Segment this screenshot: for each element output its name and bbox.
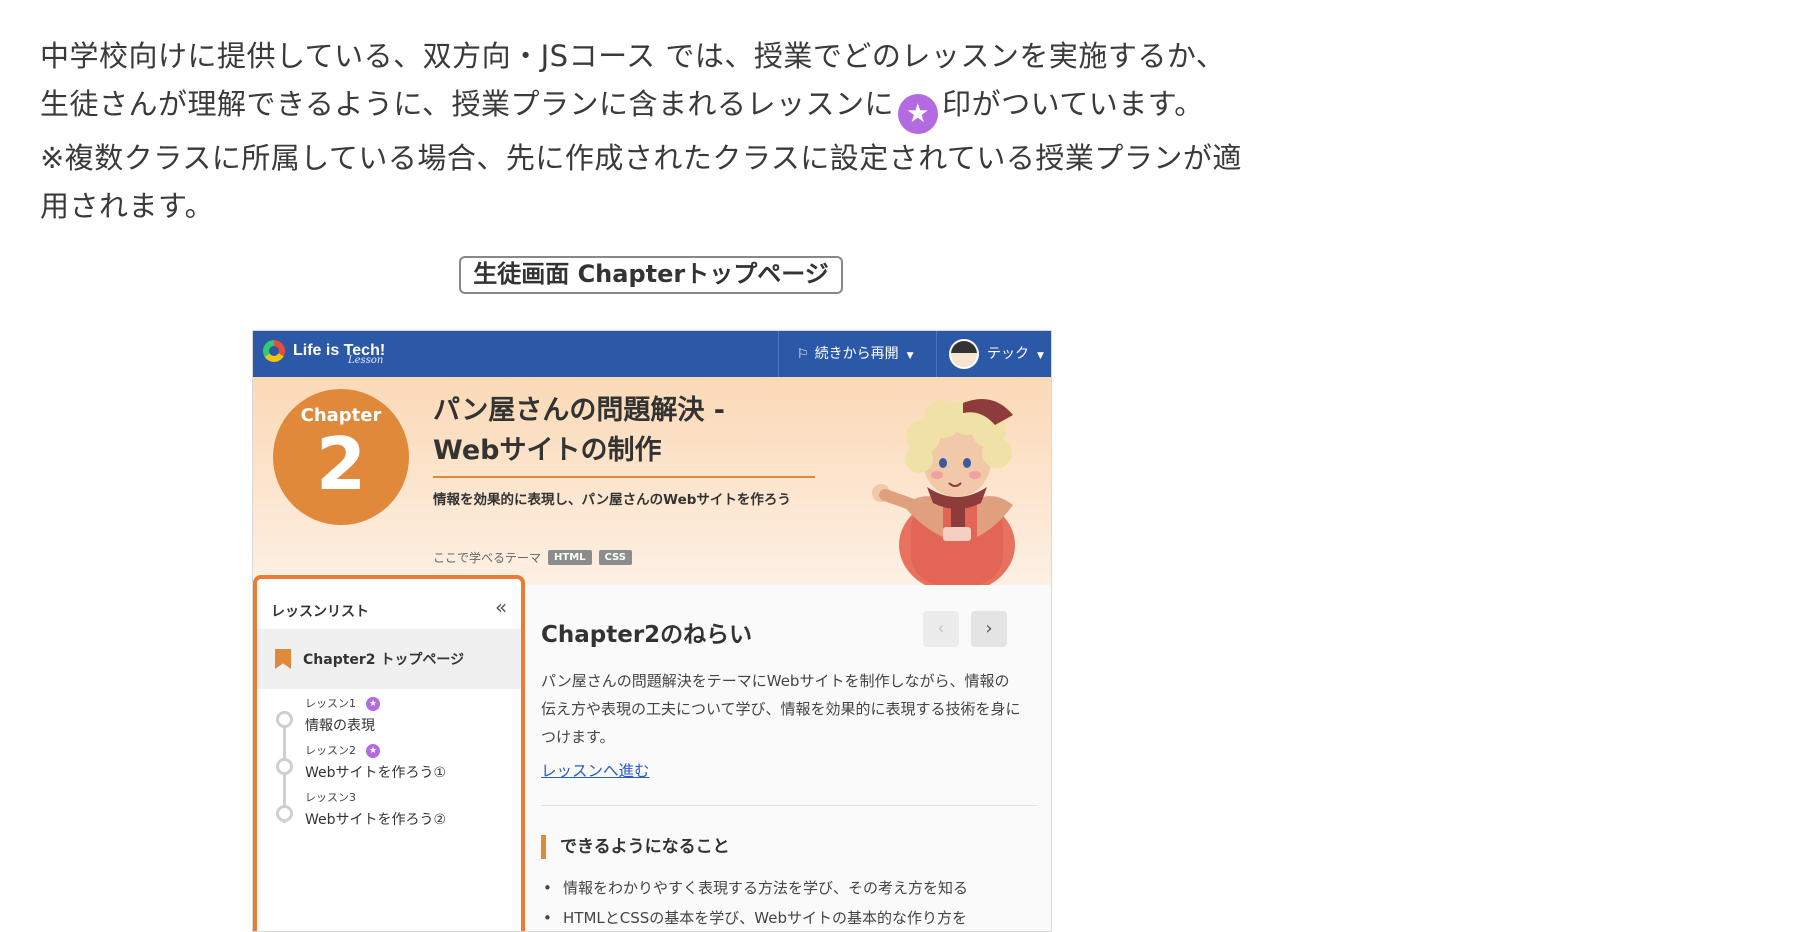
lesson-title: 情報の表現 xyxy=(305,718,375,734)
intro-line-1: 中学校向けに提供している、双方向・JSコース では、授業でどのレッスンを実施する… xyxy=(40,39,1226,73)
sidebar-item-lesson-2[interactable]: レッスン2 ★ Webサイトを作ろう① xyxy=(257,742,521,796)
theme-row: ここで学べるテーマ HTML CSS xyxy=(433,549,633,566)
lesson-number: レッスン1 ★ xyxy=(305,695,380,711)
intro-line-2-a: 生徒さんが理解できるように、授業プランに含まれるレッスンに xyxy=(40,87,895,121)
lesson-number: レッスン3 xyxy=(305,791,356,804)
chapter-number: 2 xyxy=(315,422,367,506)
intro-line-3: ※複数クラスに所属している場合、先に作成されたクラスに設定されている授業プランが… xyxy=(40,141,1242,175)
list-item: HTMLとCSSの基本を学び、Webサイトの基本的な作り方を xyxy=(541,903,1041,931)
student-screen-screenshot: Life is Tech! Lesson ⚐ 続きから再開 ▼ テック ▼ Chapt… xyxy=(252,330,1052,932)
timeline-dot-icon xyxy=(276,711,293,728)
bookmark-icon xyxy=(275,649,291,669)
app-header: Life is Tech! Lesson ⚐ 続きから再開 ▼ テック ▼ xyxy=(253,331,1051,377)
prev-button[interactable]: ‹ xyxy=(923,611,959,647)
chevron-down-icon: ▼ xyxy=(906,351,914,361)
chevron-down-icon: ▼ xyxy=(1037,351,1044,361)
content-title: Chapter2のねらい xyxy=(541,622,753,648)
chapter-goal-panel: Chapter2のねらい ‹ › パン屋さんの問題解決をテーマにWebサイトを制… xyxy=(525,585,1051,931)
chapter-title-line-2: Webサイトの制作 xyxy=(433,435,662,466)
logo-subtitle: Lesson xyxy=(348,355,384,366)
title-divider xyxy=(433,476,815,478)
chapter-badge: Chapter 2 xyxy=(273,389,409,525)
tag-html: HTML xyxy=(548,550,592,565)
intro-line-2: 生徒さんが理解できるように、授業プランに含まれるレッスンに ★ 印がついています。 xyxy=(40,80,1380,134)
chapter-title: パン屋さんの問題解決 - Webサイトの制作 xyxy=(433,391,793,471)
content-subheading: できるようになること xyxy=(541,835,730,859)
flag-icon: ⚐ xyxy=(797,347,809,362)
chevron-right-icon: › xyxy=(985,618,993,639)
resume-label: 続きから再開 xyxy=(814,346,899,362)
resume-button[interactable]: ⚐ 続きから再開 ▼ xyxy=(778,331,937,377)
chevron-left-icon: ‹ xyxy=(937,618,945,639)
sidebar-item-chapter-top-label: Chapter2 トップページ xyxy=(303,652,465,668)
lesson-number-text: レッスン1 xyxy=(305,697,356,710)
content-divider xyxy=(541,805,1037,806)
star-icon: ★ xyxy=(366,744,380,758)
sidebar-item-chapter-top[interactable]: Chapter2 トップページ xyxy=(257,629,521,689)
star-icon: ★ xyxy=(898,94,939,134)
lesson-number: レッスン2 ★ xyxy=(305,742,380,758)
intro-line-4: 用されます。 xyxy=(40,189,215,223)
list-item: 情報をわかりやすく表現する方法を学び、その考え方を知る xyxy=(541,873,1041,903)
sidebar-item-lesson-3[interactable]: レッスン3 Webサイトを作ろう② xyxy=(257,789,521,843)
chapter-title-line-1: パン屋さんの問題解決 - xyxy=(433,395,725,426)
content-body: パン屋さんの問題解決をテーマにWebサイトを制作しながら、情報の伝え方や表現の工… xyxy=(541,672,1021,746)
user-menu[interactable]: テック ▼ xyxy=(937,331,1051,377)
timeline-dot-icon xyxy=(276,758,293,775)
chapter-hero: Chapter 2 パン屋さんの問題解決 - Webサイトの制作 情報を効果的に… xyxy=(253,377,1051,585)
lesson-title: Webサイトを作ろう② xyxy=(305,812,447,828)
collapse-icon[interactable]: « xyxy=(495,595,507,619)
tag-css: CSS xyxy=(598,550,633,565)
next-button[interactable]: › xyxy=(971,611,1007,647)
sidebar-item-lesson-1[interactable]: レッスン1 ★ 情報の表現 xyxy=(257,695,521,749)
go-to-lesson-link[interactable]: レッスンへ進む xyxy=(541,759,650,781)
lesson-number-text: レッスン2 xyxy=(305,744,356,757)
sidebar-heading: レッスンリスト xyxy=(271,604,369,620)
theme-label: ここで学べるテーマ xyxy=(433,551,542,565)
logo-mark-icon xyxy=(263,340,285,362)
avatar xyxy=(949,339,979,369)
outcomes-list: 情報をわかりやすく表現する方法を学び、その考え方を知る HTMLとCSSの基本を… xyxy=(541,873,1041,931)
screenshot-caption: 生徒画面 Chapterトップページ xyxy=(459,256,843,294)
intro-text: 中学校向けに提供している、双方向・JSコース では、授業でどのレッスンを実施する… xyxy=(40,32,1380,230)
user-name: テック xyxy=(987,346,1029,362)
lesson-title: Webサイトを作ろう① xyxy=(305,765,447,781)
intro-line-2-b: 印がついています。 xyxy=(942,87,1204,121)
timeline-dot-icon xyxy=(276,805,293,822)
lesson-list-sidebar: レッスンリスト « Chapter2 トップページ レッスン1 ★ 情報の表現 レ… xyxy=(253,575,525,931)
baker-character-illustration xyxy=(872,399,1015,585)
star-icon: ★ xyxy=(366,697,380,711)
chapter-description: 情報を効果的に表現し、パン屋さんのWebサイトを作ろう xyxy=(433,492,791,508)
